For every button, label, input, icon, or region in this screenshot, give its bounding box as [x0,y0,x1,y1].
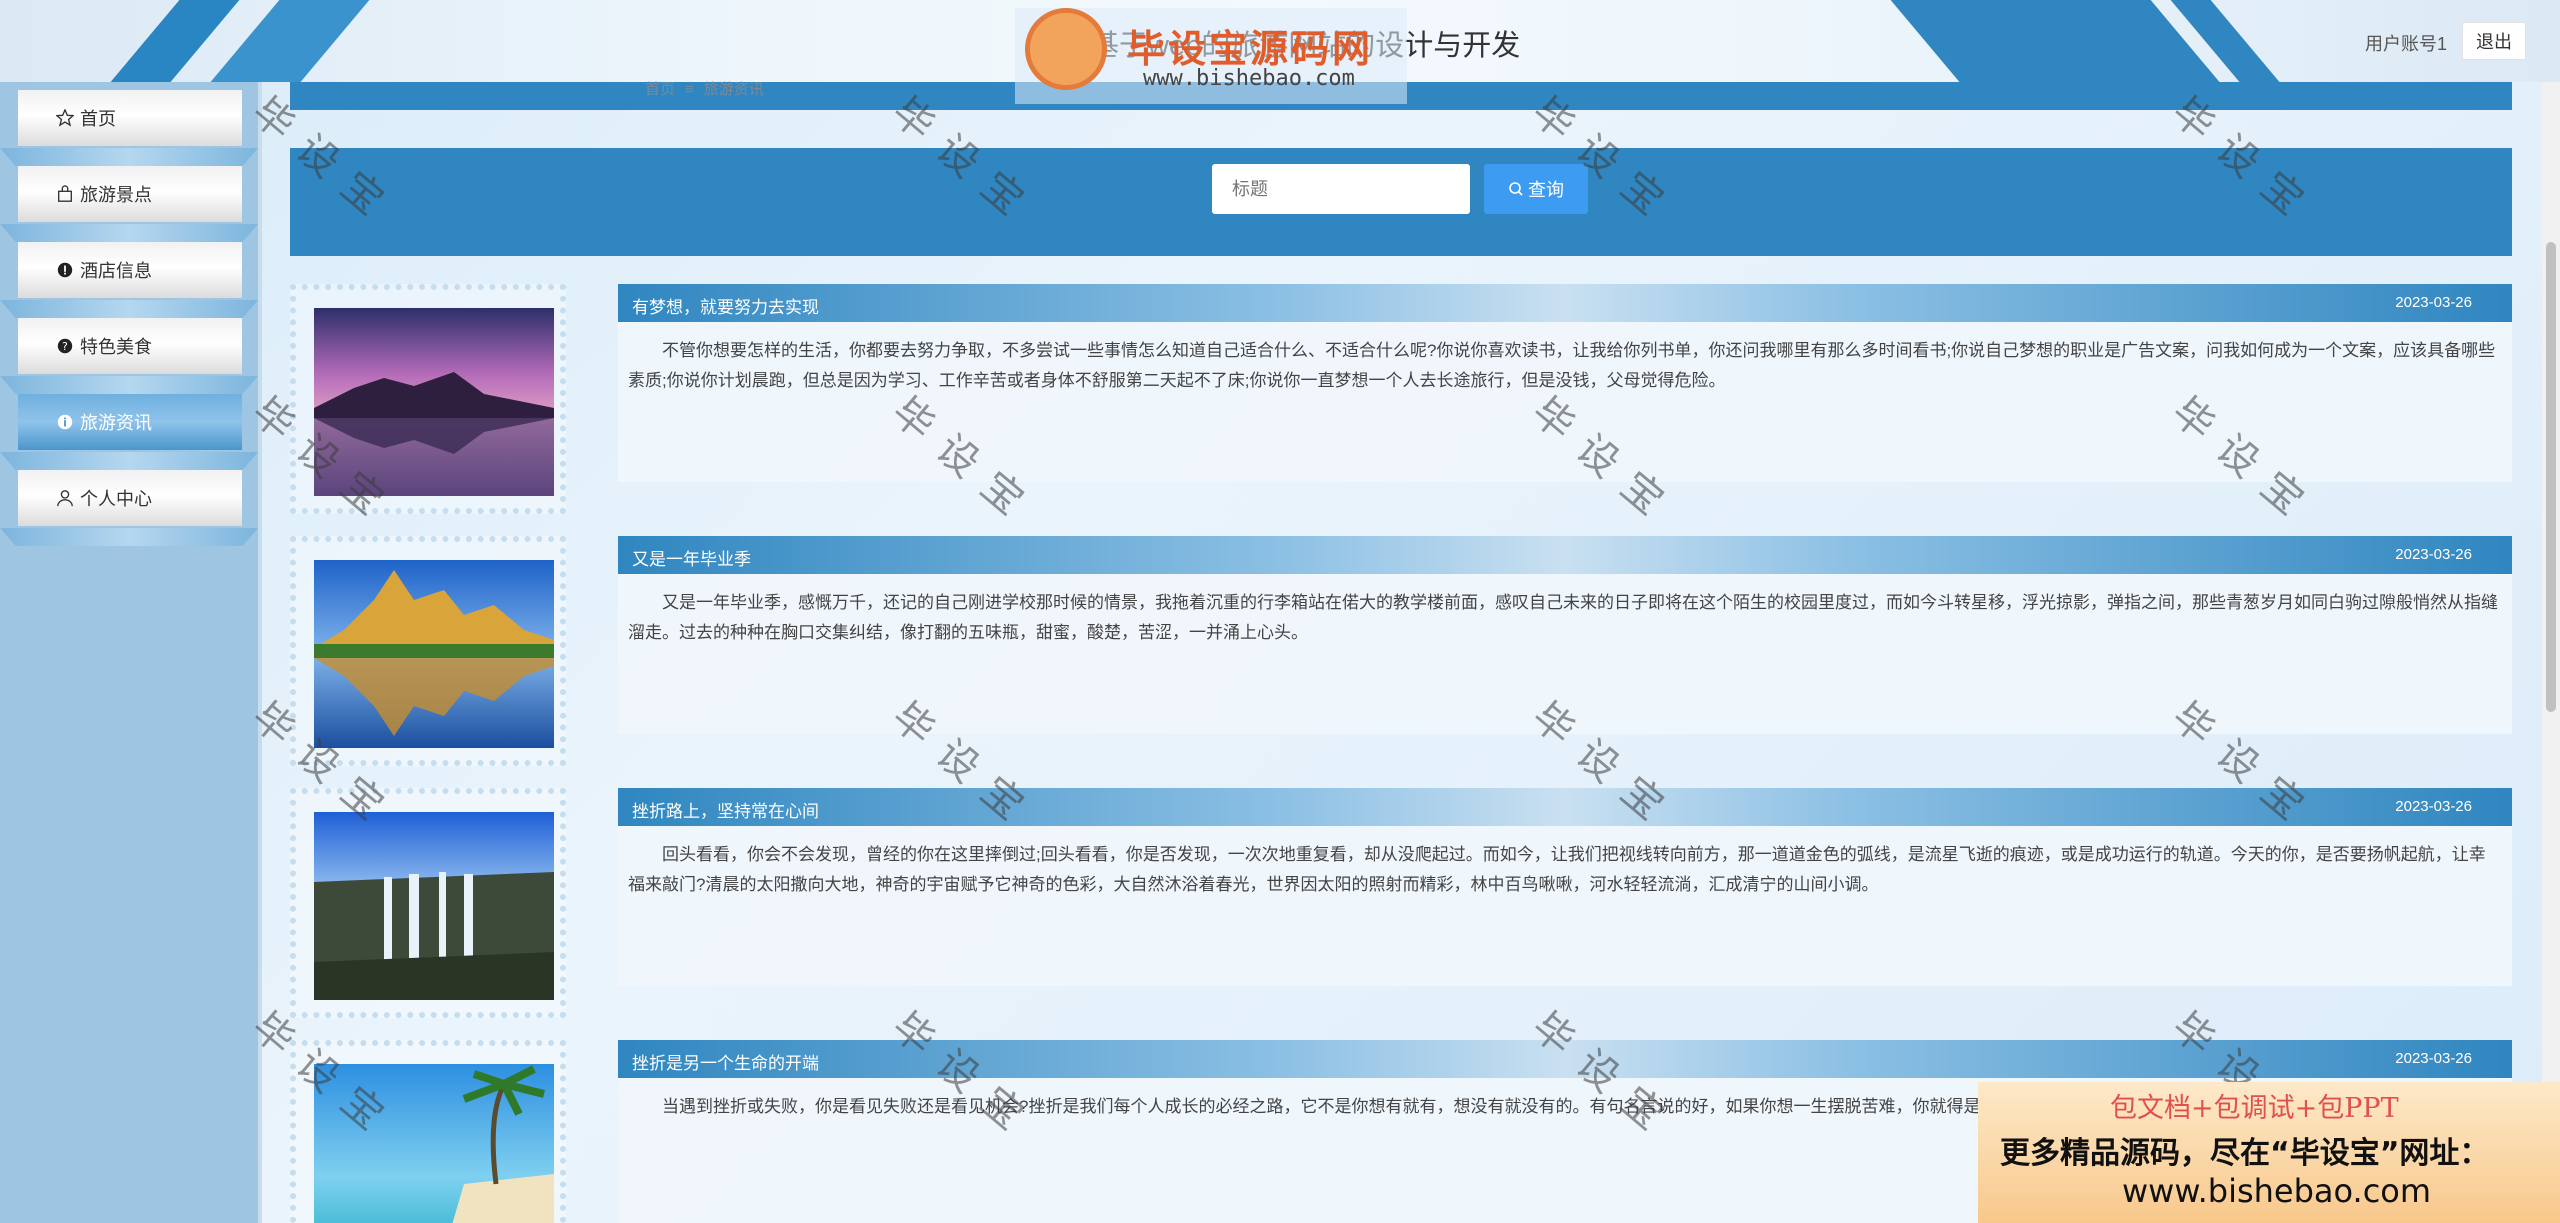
page-scrollbar[interactable] [2542,82,2560,1223]
question-icon: ? [57,338,73,354]
logo-icon [1025,8,1107,90]
news-item-header[interactable]: 挫折路上，坚持常在心间 2023-03-26 [618,788,2512,826]
sidebar-item-attractions[interactable]: 旅游景点 [18,166,242,222]
news-date: 2023-03-26 [2395,546,2472,563]
logo-url: www.bishebao.com [1143,66,1355,91]
sidebar-item-news[interactable]: 旅游资讯 [18,394,242,450]
search-button-label: 查询 [1528,180,1564,200]
thumbnail-frame [290,536,566,766]
news-item-header[interactable]: 有梦想，就要努力去实现 2023-03-26 [618,284,2512,322]
sidebar-item-hotels[interactable]: 酒店信息 [18,242,242,298]
news-thumbnail[interactable] [314,1064,554,1223]
nav-divider [0,376,258,394]
user-icon [57,490,73,507]
scrollbar-thumb[interactable] [2546,242,2556,712]
sidebar-item-label: 首页 [80,109,116,129]
info-icon [57,414,73,430]
breadcrumb-separator: ≡ [685,81,694,98]
news-summary: 又是一年毕业季，感慨万千，还记的自己刚进学校那时候的情景，我拖着沉重的行李箱站在… [618,574,2512,734]
promo-line-1: 包文档+包调试+包PPT [2110,1093,2399,1124]
thumbnail-frame [290,284,566,514]
news-item[interactable]: 挫折路上，坚持常在心间 2023-03-26 回头看看，你会不会发现，曾经的你在… [290,788,2512,1018]
news-item-header[interactable]: 挫折是另一个生命的开端 2023-03-26 [618,1040,2512,1078]
search-input[interactable] [1212,164,1470,214]
breadcrumb-home[interactable]: 首页 [645,81,675,98]
news-summary: 不管你想要怎样的生活，你都要去努力争取，不多尝试一些事情怎么知道自己适合什么、不… [618,322,2512,482]
thumbnail-frame [290,788,566,1018]
sidebar-item-label: 个人中心 [80,489,152,509]
breadcrumb-current: 旅游资讯 [703,81,764,98]
sidebar-item-label: 旅游资讯 [80,413,152,433]
logo-brand: 毕设宝源码网 [1127,27,1374,71]
news-item[interactable]: 有梦想，就要努力去实现 2023-03-26 不管你想要怎样的生活，你都要去努力… [290,284,2512,514]
star-icon [56,109,74,127]
svg-text:?: ? [62,340,68,353]
news-summary: 回头看看，你会不会发现，曾经的你在这里摔倒过;回头看看，你是否发现，一次次地重复… [618,826,2512,986]
news-item-header[interactable]: 又是一年毕业季 2023-03-26 [618,536,2512,574]
site-logo-badge: 毕设宝源码网 www.bishebao.com [1015,6,1407,104]
nav-divider [0,452,258,470]
news-title[interactable]: 又是一年毕业季 [632,545,751,570]
news-title[interactable]: 挫折是另一个生命的开端 [632,1049,819,1074]
search-button[interactable]: 查询 [1484,164,1588,214]
news-title[interactable]: 挫折路上，坚持常在心间 [632,797,819,822]
news-date: 2023-03-26 [2395,1050,2472,1067]
promo-line-2: 更多精品源码，尽在“毕设宝”网址： [2000,1136,2490,1171]
search-icon [1509,182,1523,196]
promo-banner[interactable]: 包文档+包调试+包PPT 更多精品源码，尽在“毕设宝”网址： www.bishe… [1978,1082,2560,1223]
logout-button[interactable]: 退出 [2462,22,2526,60]
breadcrumb: 首页 ≡ 旅游资讯 [645,78,764,99]
nav-divider [0,300,258,318]
header-decor [203,0,387,82]
sidebar-item-label: 酒店信息 [80,261,152,281]
bag-icon [58,185,72,202]
news-item[interactable]: 又是一年毕业季 2023-03-26 又是一年毕业季，感慨万千，还记的自己刚进学… [290,536,2512,766]
sidebar-item-home[interactable]: 首页 [18,90,242,146]
nav-divider [0,224,258,242]
thumbnail-frame [290,1040,566,1223]
sidebar-item-food[interactable]: ? 特色美食 [18,318,242,374]
sidebar-item-label: 特色美食 [80,337,152,357]
news-date: 2023-03-26 [2395,294,2472,311]
sidebar-item-label: 旅游景点 [80,185,152,205]
user-account-label[interactable]: 用户账号1 [2365,30,2447,56]
nav-divider [0,148,258,166]
sidebar-item-profile[interactable]: 个人中心 [18,470,242,526]
header-decor [1873,0,2227,82]
news-thumbnail[interactable] [314,812,554,1000]
news-date: 2023-03-26 [2395,798,2472,815]
news-title[interactable]: 有梦想，就要努力去实现 [632,293,819,318]
promo-url[interactable]: www.bishebao.com [2122,1172,2431,1210]
exclamation-icon [57,262,73,278]
news-thumbnail[interactable] [314,560,554,748]
news-thumbnail[interactable] [314,308,554,496]
nav-divider [0,528,258,546]
sidebar: 首页 旅游景点 酒店信息 ? 特色美食 旅游资讯 个人中心 [0,82,262,1223]
